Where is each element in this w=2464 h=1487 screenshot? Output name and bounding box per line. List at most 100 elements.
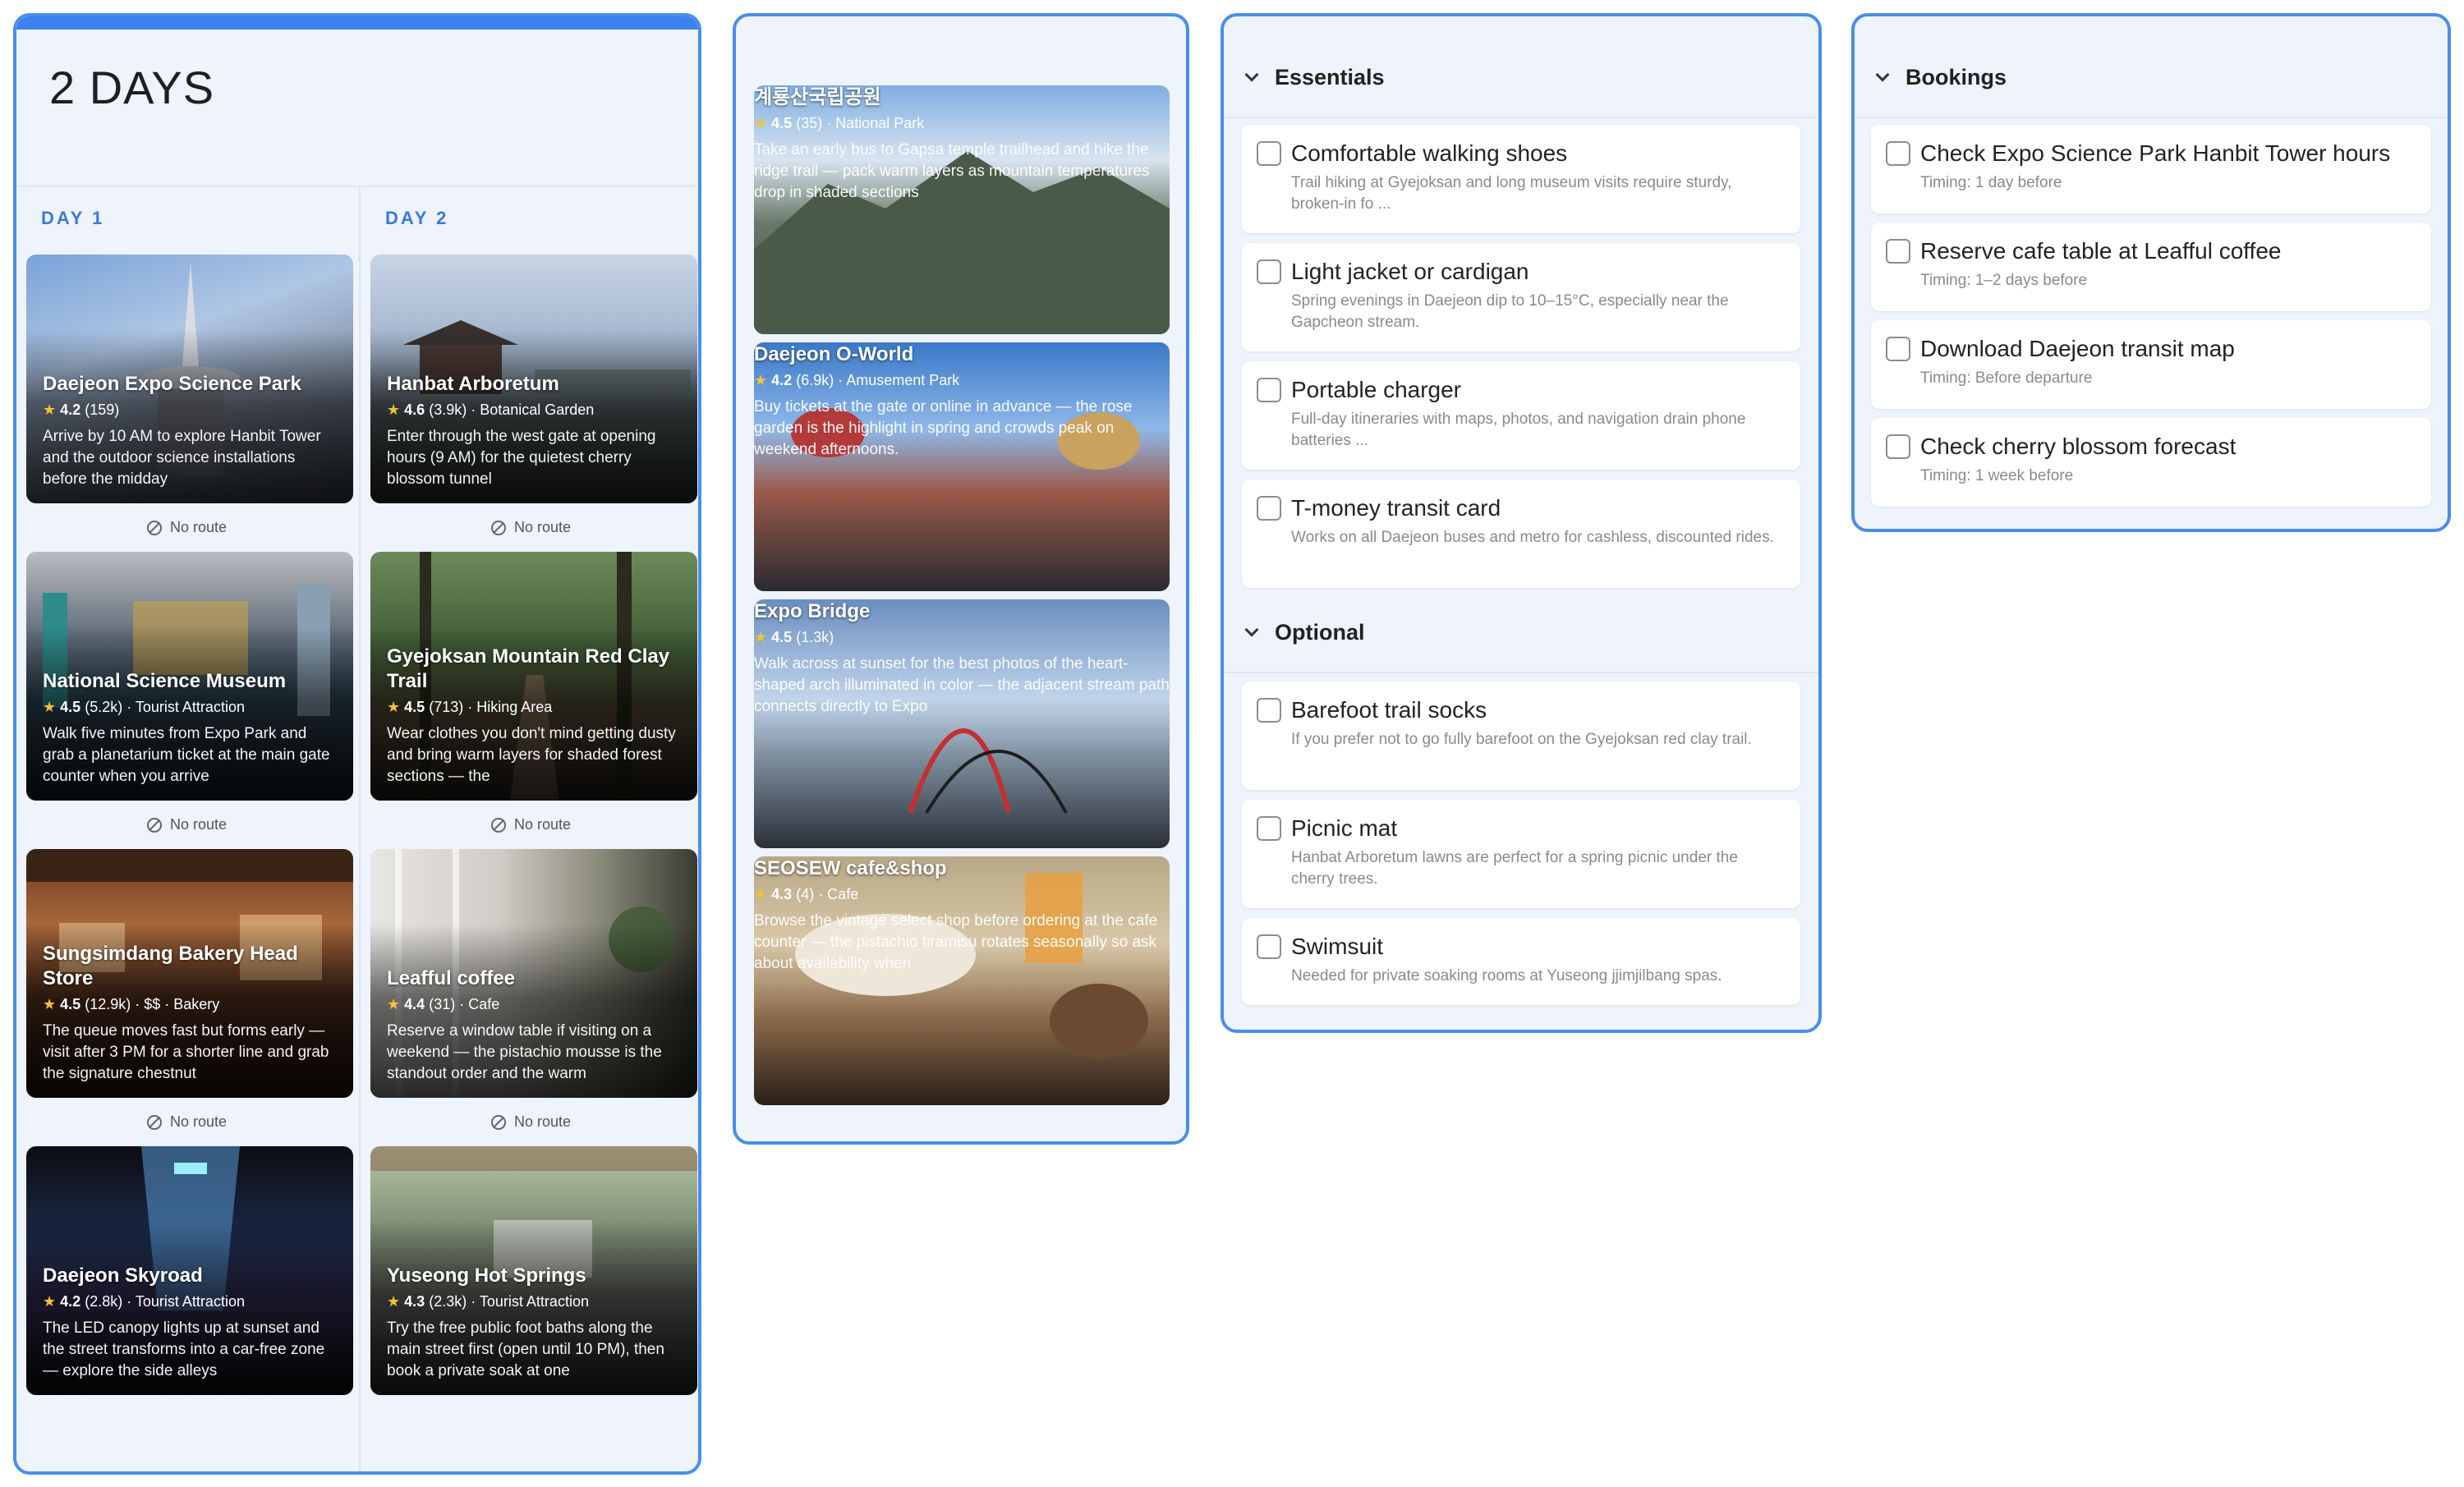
checklist-item[interactable]: Picnic mat Hanbat Arboretum lawns are pe… xyxy=(1242,800,1800,908)
star-icon: ★ xyxy=(43,402,57,418)
place-description: Wear clothes you don't mind getting dust… xyxy=(387,725,676,785)
item-title: Portable charger xyxy=(1291,377,1462,402)
checklist-item[interactable]: Light jacket or cardigan Spring evenings… xyxy=(1242,243,1800,351)
item-title: Check Expo Science Park Hanbit Tower hou… xyxy=(1920,140,2391,166)
itinerary-title: 2 DAYS xyxy=(49,62,215,113)
star-icon: ★ xyxy=(387,402,401,418)
place-meta: ★ 4.4 (31) · Cafe xyxy=(387,996,500,1012)
route-status: No route xyxy=(361,801,698,849)
itinerary-panel: 2 DAYS DAY 1 Daejeon Expo Science Park ★… xyxy=(13,13,701,1475)
no-route-icon xyxy=(146,817,162,833)
place-card[interactable]: Hanbat Arboretum ★ 4.6 (3.9k) · Botanica… xyxy=(370,255,697,503)
checkbox[interactable] xyxy=(1886,434,1910,459)
checkbox[interactable] xyxy=(1257,934,1281,959)
item-title: Light jacket or cardigan xyxy=(1291,259,1529,284)
place-description: Enter through the west gate at opening h… xyxy=(387,428,656,488)
place-meta: ★ 4.3 (2.3k) · Tourist Attraction xyxy=(387,1293,589,1310)
day-label: DAY 1 xyxy=(41,208,105,228)
place-photo xyxy=(791,408,1140,470)
chevron-down-icon xyxy=(1244,67,1259,82)
checklist-item[interactable]: Barefoot trail socks If you prefer not t… xyxy=(1242,682,1800,790)
checkbox[interactable] xyxy=(1257,141,1281,166)
no-route-icon xyxy=(146,520,162,535)
day-column-2: DAY 2 Hanbat Arboretum ★ 4.6 (3.9k) · Bo… xyxy=(361,187,698,1395)
star-icon: ★ xyxy=(387,1293,401,1310)
star-icon: ★ xyxy=(43,699,57,715)
item-note: Full-day itineraries with maps, photos, … xyxy=(1291,411,1746,449)
checklist-item[interactable]: Comfortable walking shoes Trail hiking a… xyxy=(1242,125,1800,233)
checkbox[interactable] xyxy=(1257,816,1281,841)
checklist-item[interactable]: Check cherry blossom forecast Timing: 1 … xyxy=(1871,418,2431,507)
item-note: Timing: 1 day before xyxy=(1920,174,2062,191)
section-header-optional[interactable]: Optional xyxy=(1224,593,1818,673)
checkbox[interactable] xyxy=(1257,698,1281,723)
chevron-down-icon xyxy=(1875,67,1890,82)
place-card[interactable]: Gyejoksan Mountain Red Clay Trail ★ 4.5 … xyxy=(370,552,697,801)
place-description: Try the free public foot baths along the… xyxy=(387,1319,664,1379)
checkbox[interactable] xyxy=(1257,378,1281,402)
place-description: Walk five minutes from Expo Park and gra… xyxy=(43,725,330,785)
place-card[interactable]: National Science Museum ★ 4.5 (5.2k) · T… xyxy=(26,552,353,801)
item-title: Download Daejeon transit map xyxy=(1920,336,2235,361)
ideas-panel: 계룡산국립공원 ★ 4.5 (35) · National Park Take … xyxy=(733,13,1189,1145)
item-title: Check cherry blossom forecast xyxy=(1920,434,2236,459)
place-description: The queue moves fast but forms early — v… xyxy=(43,1022,329,1082)
place-card[interactable]: Daejeon Skyroad ★ 4.2 (2.8k) · Tourist A… xyxy=(26,1146,353,1395)
checkbox[interactable] xyxy=(1257,259,1281,284)
bookings-panel: Bookings Check Expo Science Park Hanbit … xyxy=(1851,13,2451,532)
place-name: Daejeon Expo Science Park xyxy=(43,373,301,395)
item-title: Reserve cafe table at Leafful coffee xyxy=(1920,238,2282,264)
place-meta: ★ 4.2 (159) xyxy=(43,402,120,418)
place-description: Browse the vintage select shop before or… xyxy=(754,912,1158,972)
place-card[interactable]: Sungsimdang Bakery Head Store ★ 4.5 (12.… xyxy=(26,849,353,1098)
place-card[interactable]: Leafful coffee ★ 4.4 (31) · Cafe Reserve… xyxy=(370,849,697,1098)
no-route-icon xyxy=(146,1114,162,1130)
checkbox[interactable] xyxy=(1886,337,1910,361)
place-name: Yuseong Hot Springs xyxy=(387,1264,586,1287)
section-header-essentials[interactable]: Essentials xyxy=(1224,38,1818,118)
section-header-bookings[interactable]: Bookings xyxy=(1855,38,2448,118)
checklist-item[interactable]: T-money transit card Works on all Daejeo… xyxy=(1242,480,1800,588)
place-name: Hanbat Arboretum xyxy=(387,373,559,395)
checklist-item[interactable]: Check Expo Science Park Hanbit Tower hou… xyxy=(1871,125,2431,213)
item-title: Comfortable walking shoes xyxy=(1291,140,1568,166)
item-note: Spring evenings in Daejeon dip to 10–15°… xyxy=(1291,292,1729,331)
checkbox[interactable] xyxy=(1886,239,1910,264)
place-description: Take an early bus to Gapsa temple trailh… xyxy=(754,141,1150,201)
item-note: Timing: 1 week before xyxy=(1920,467,2074,484)
place-card[interactable]: Daejeon O-World ★ 4.2 (6.9k) · Amusement… xyxy=(754,342,1170,591)
star-icon: ★ xyxy=(43,996,57,1012)
checklist-item[interactable]: Portable charger Full-day itineraries wi… xyxy=(1242,361,1800,470)
place-card[interactable]: Daejeon Expo Science Park ★ 4.2 (159) Ar… xyxy=(26,255,353,503)
place-meta: ★ 4.5 (12.9k) · $$ · Bakery xyxy=(43,996,220,1012)
item-note: If you prefer not to go fully barefoot o… xyxy=(1291,731,1752,748)
route-status: No route xyxy=(16,1098,357,1146)
place-description: Arrive by 10 AM to explore Hanbit Tower … xyxy=(43,428,321,488)
checklist-item[interactable]: Reserve cafe table at Leafful coffee Tim… xyxy=(1871,223,2431,311)
place-card[interactable]: SEOSEW cafe&shop ★ 4.3 (4) · Cafe Browse… xyxy=(754,856,1170,1105)
checkbox[interactable] xyxy=(1886,141,1910,166)
place-card[interactable]: Expo Bridge ★ 4.5 (1.3k) Walk across at … xyxy=(754,599,1170,848)
place-meta: ★ 4.5 (5.2k) · Tourist Attraction xyxy=(43,699,245,715)
route-status: No route xyxy=(361,503,698,552)
no-route-icon xyxy=(490,520,506,535)
checklist-item[interactable]: Download Daejeon transit map Timing: Bef… xyxy=(1871,320,2431,409)
place-name: Gyejoksan Mountain Red Clay Trail xyxy=(387,645,670,692)
chevron-down-icon xyxy=(1244,622,1259,637)
item-title: T-money transit card xyxy=(1291,495,1501,521)
place-meta: ★ 4.2 (2.8k) · Tourist Attraction xyxy=(43,1293,245,1310)
checkbox[interactable] xyxy=(1257,496,1281,521)
item-note: Timing: 1–2 days before xyxy=(1920,272,2088,289)
place-photo xyxy=(908,728,1068,815)
no-route-icon xyxy=(490,817,506,833)
place-photo xyxy=(754,151,1170,334)
place-meta: ★ 4.6 (3.9k) · Botanical Garden xyxy=(387,402,595,418)
place-photo xyxy=(795,873,1148,1058)
day-column-1: DAY 1 Daejeon Expo Science Park ★ 4.2 (1… xyxy=(16,187,357,1395)
checklist-item[interactable]: Swimsuit Needed for private soaking room… xyxy=(1242,918,1800,1005)
item-title: Swimsuit xyxy=(1291,934,1384,959)
place-card[interactable]: Yuseong Hot Springs ★ 4.3 (2.3k) · Touri… xyxy=(370,1146,697,1395)
place-name: National Science Museum xyxy=(43,670,287,692)
item-note: Timing: Before departure xyxy=(1920,369,2093,387)
place-card[interactable]: 계룡산국립공원 ★ 4.5 (35) · National Park Take … xyxy=(754,85,1170,334)
